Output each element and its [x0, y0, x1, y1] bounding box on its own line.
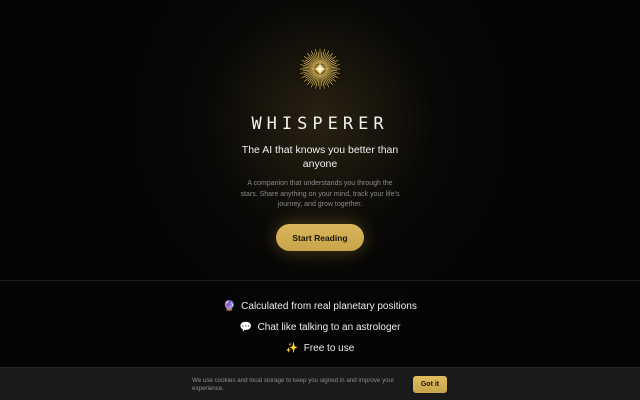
speech-bubble-icon: 💬 — [239, 321, 253, 333]
hero-section: WHISPERER The AI that knows you better t… — [0, 0, 640, 280]
feature-list: 🔮 Calculated from real planetary positio… — [0, 296, 640, 359]
feature-label: Chat like talking to an astrologer — [257, 322, 401, 333]
cookie-banner: We use cookies and local storage to keep… — [0, 367, 640, 400]
section-divider — [0, 280, 640, 281]
hero-tagline: The AI that knows you better than anyone — [241, 144, 399, 170]
crystal-ball-icon: 🔮 — [223, 300, 236, 312]
feature-label: Free to use — [303, 343, 355, 354]
feature-item-free: ✨ Free to use — [0, 338, 640, 359]
feature-label: Calculated from real planetary positions — [241, 301, 417, 312]
feature-item-chat: 💬 Chat like talking to an astrologer — [0, 317, 640, 338]
sparkles-icon: ✨ — [285, 342, 299, 354]
feature-item-planetary: 🔮 Calculated from real planetary positio… — [0, 296, 640, 317]
landing-page: WHISPERER The AI that knows you better t… — [0, 0, 640, 400]
hero-description: A companion that understands you through… — [240, 180, 400, 208]
cookie-notice-text: We use cookies and local storage to keep… — [192, 377, 395, 392]
start-reading-button[interactable]: Start Reading — [276, 224, 364, 251]
cookie-accept-button[interactable]: Got it — [413, 376, 447, 393]
brand-title: WHISPERER — [251, 114, 389, 134]
starburst-sun-icon — [298, 47, 342, 91]
